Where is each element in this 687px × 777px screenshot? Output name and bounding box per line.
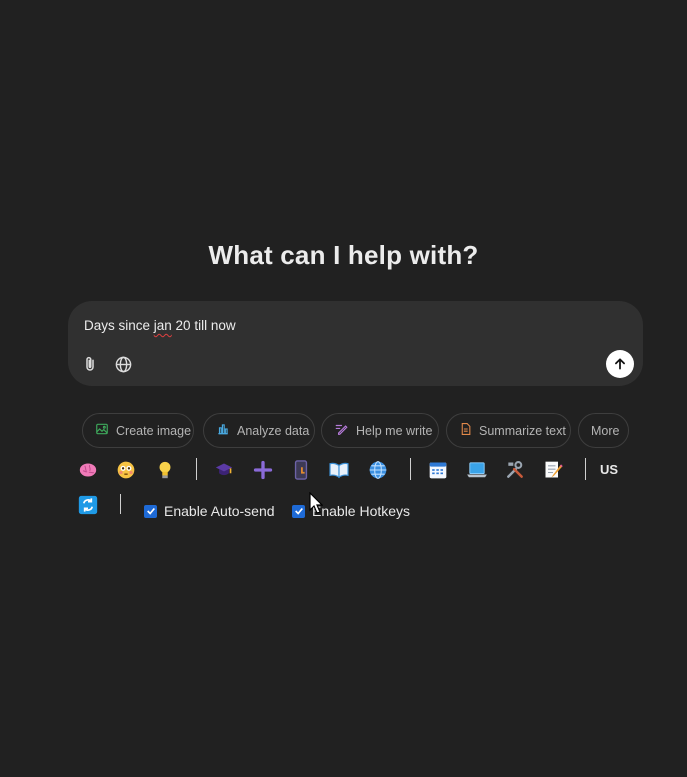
tools-icon[interactable] [503,458,527,482]
prompt-text-part: 20 till now [171,318,236,333]
book-icon[interactable] [327,458,351,482]
laptop-icon[interactable] [465,458,489,482]
chip-label: Help me write [356,423,433,438]
lightbulb-icon[interactable] [153,458,177,482]
toolbar-divider [585,458,586,480]
help-me-write-chip[interactable]: Help me write [321,413,439,448]
attach-icon[interactable] [79,353,101,375]
prompt-composer[interactable]: Days since jan 20 till now [68,301,643,386]
send-button[interactable] [606,350,634,378]
more-chip[interactable]: More [578,413,629,448]
pen-icon [334,422,349,439]
misspelled-word: jan [153,318,172,333]
chip-label: Summarize text [479,423,566,438]
hotkeys-checkbox[interactable] [292,504,305,518]
summarize-text-chip[interactable]: Summarize text [446,413,571,448]
brain-icon[interactable] [76,458,100,482]
extension-toolbar: US [0,458,687,484]
image-icon [95,422,109,439]
language-indicator[interactable]: US [600,462,618,477]
flushed-face-icon[interactable] [114,458,138,482]
calendar-icon[interactable] [426,458,450,482]
analyze-data-chip[interactable]: Analyze data [203,413,315,448]
auto-send-checkbox[interactable] [144,504,157,518]
mouse-cursor-icon [309,491,324,519]
toolbar-divider [196,458,197,480]
hotkeys-label: Enable Hotkeys [312,503,411,519]
prompt-text-part: Days since [84,318,154,333]
toolbar-divider [410,458,411,480]
memo-icon[interactable] [541,458,565,482]
chip-label: Create image [116,423,192,438]
globe-icon[interactable] [366,458,390,482]
bar-chart-icon [216,422,230,439]
plus-icon[interactable] [251,458,275,482]
auto-send-option[interactable]: Enable Auto-send [144,503,275,519]
globe-search-icon[interactable] [112,353,134,375]
toolbar-divider [120,494,121,514]
document-icon [459,422,472,439]
create-image-chip[interactable]: Create image [82,413,194,448]
prompt-input[interactable]: Days since jan 20 till now [84,318,236,333]
refresh-icon[interactable] [76,493,100,517]
chip-label: More [591,423,620,438]
graduation-cap-icon[interactable] [212,458,236,482]
chip-label: Analyze data [237,423,310,438]
auto-send-label: Enable Auto-send [164,503,275,519]
phone-icon[interactable] [289,458,313,482]
page-title: What can I help with? [208,240,479,270]
